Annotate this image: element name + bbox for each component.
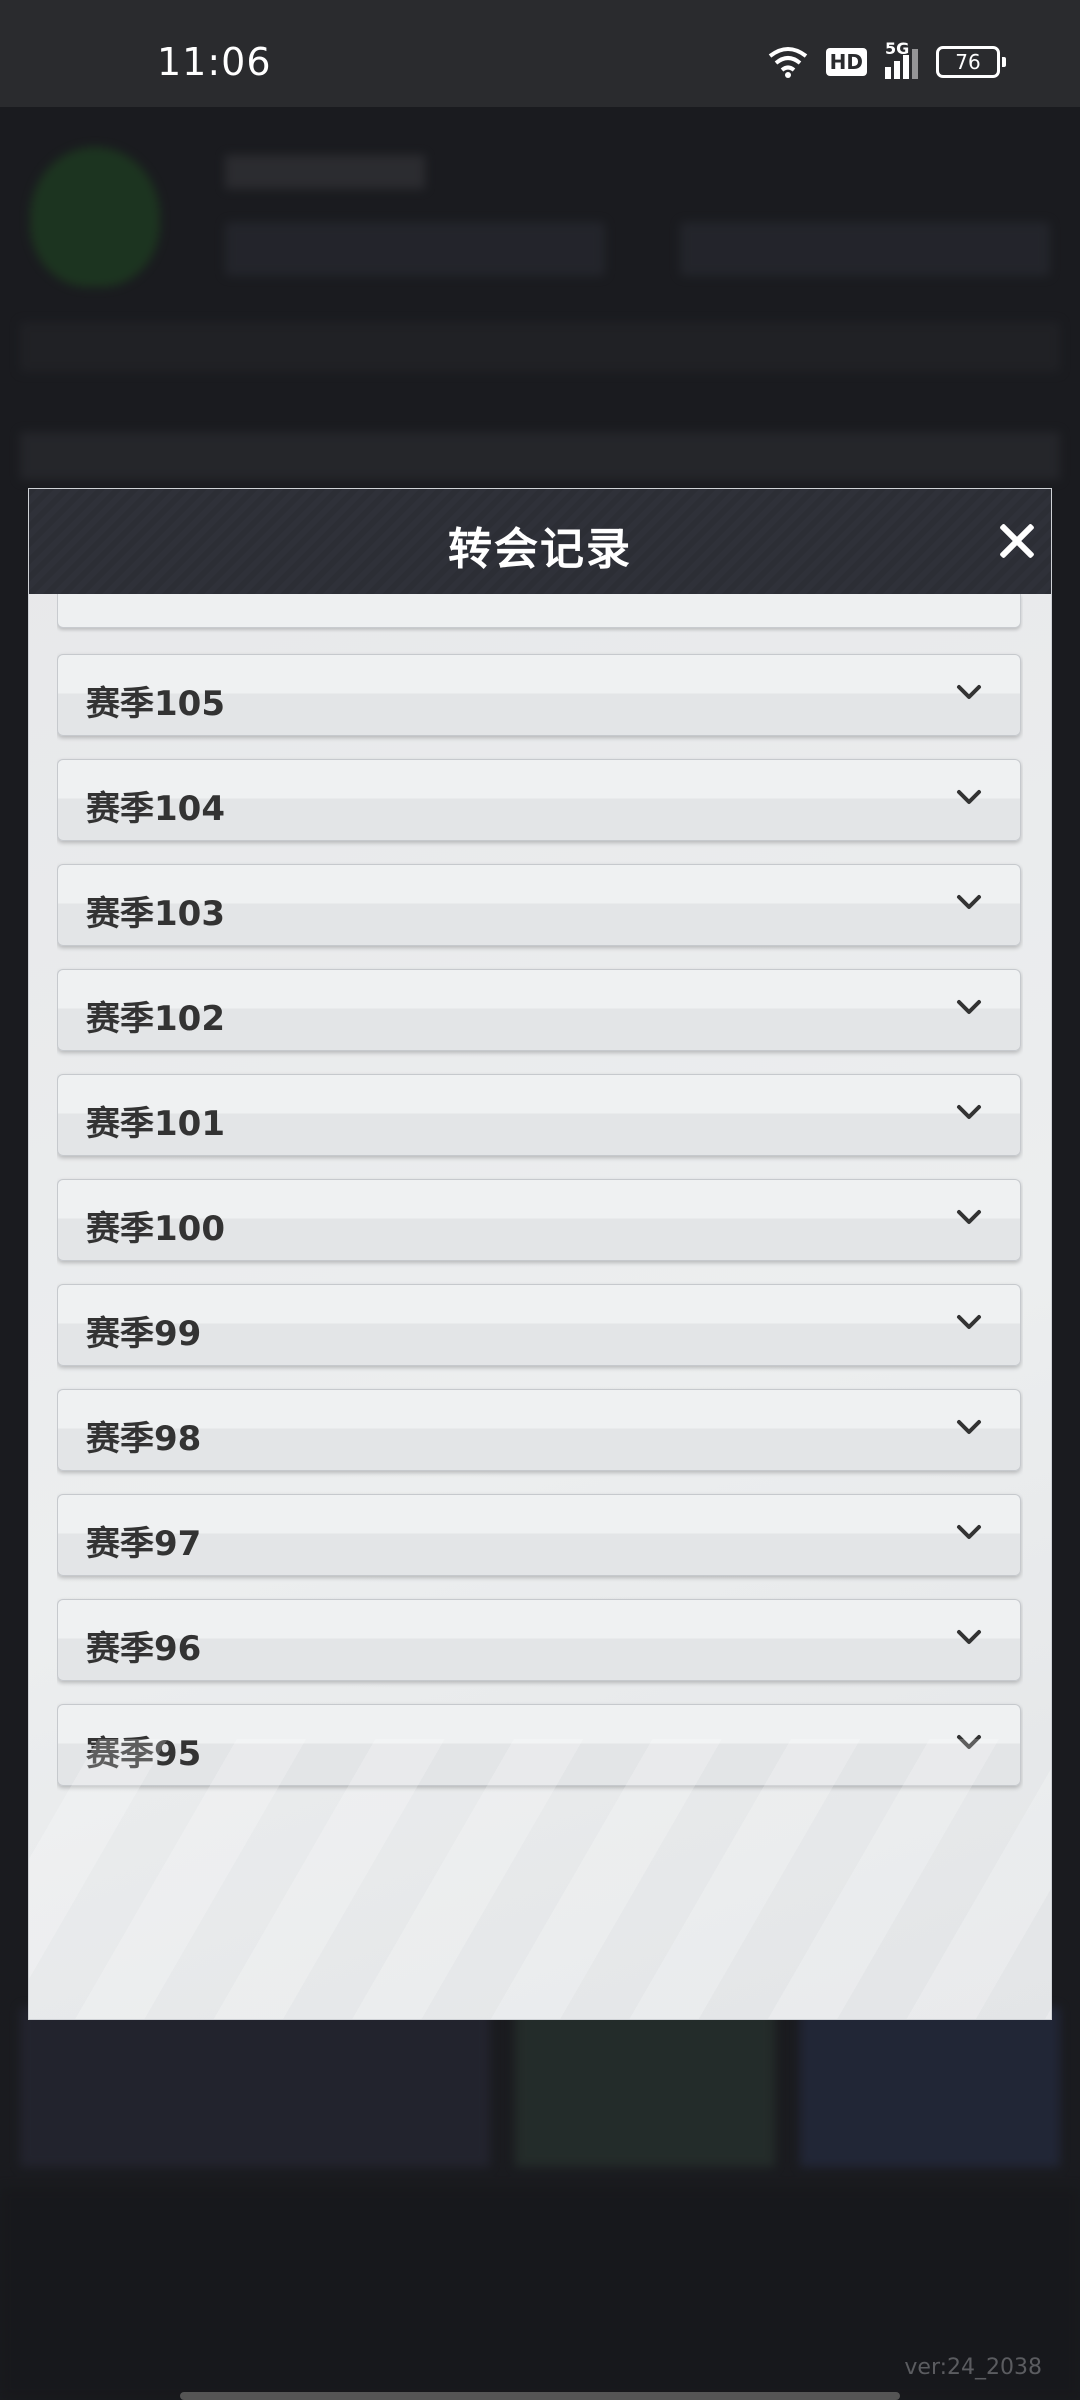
chevron-down-icon — [956, 1624, 982, 1650]
status-time: 11:06 — [157, 40, 272, 84]
season-label: 赛季102 — [86, 999, 225, 1039]
decorative-stripes — [29, 1739, 1051, 2019]
status-icons: HD 5G 76 — [768, 39, 1006, 79]
season-label: 赛季103 — [86, 894, 225, 934]
home-indicator[interactable] — [180, 2392, 900, 2400]
season-label: 赛季100 — [86, 1209, 225, 1249]
chevron-down-icon — [956, 994, 982, 1020]
season-item[interactable]: 赛季102 — [57, 969, 1021, 1051]
season-label: 赛季97 — [86, 1524, 202, 1564]
bg-card — [515, 2007, 775, 2167]
chevron-down-icon — [956, 1414, 982, 1440]
signal-icon: 5G — [885, 39, 918, 79]
season-item[interactable]: 赛季103 — [57, 864, 1021, 946]
chevron-down-icon — [956, 1204, 982, 1230]
season-item[interactable]: 赛季96 — [57, 1599, 1021, 1681]
season-label: 赛季96 — [86, 1629, 202, 1669]
season-label: 赛季98 — [86, 1419, 202, 1459]
hd-icon: HD — [825, 48, 867, 76]
transfer-record-dialog: 转会记录 赛季105 赛季104 赛季103 赛季102 赛季101 赛季100 — [29, 489, 1051, 2019]
dialog-header: 转会记录 — [29, 489, 1051, 594]
team-logo — [30, 147, 160, 287]
list-item-partial[interactable] — [57, 594, 1021, 628]
season-item[interactable]: 赛季105 — [57, 654, 1021, 736]
bg-coin-resource — [225, 222, 605, 276]
season-item[interactable]: 赛季99 — [57, 1284, 1021, 1366]
version-label: ver:24_2038 — [904, 2355, 1042, 2380]
bg-team-name — [225, 155, 425, 189]
season-item[interactable]: 赛季104 — [57, 759, 1021, 841]
bg-gem-resource — [680, 222, 1050, 276]
season-item[interactable]: 赛季100 — [57, 1179, 1021, 1261]
chevron-down-icon — [956, 889, 982, 915]
close-icon[interactable] — [995, 519, 1039, 563]
season-item[interactable]: 赛季98 — [57, 1389, 1021, 1471]
bg-tab-row — [20, 432, 1060, 480]
wifi-icon — [768, 47, 807, 78]
season-label: 赛季105 — [86, 684, 225, 724]
network-type-label: 5G — [885, 39, 910, 58]
season-label: 赛季101 — [86, 1104, 225, 1144]
chevron-down-icon — [956, 784, 982, 810]
status-bar: 11:06 HD 5G 76 — [0, 0, 1080, 107]
season-item[interactable]: 赛季97 — [57, 1494, 1021, 1576]
season-label: 赛季99 — [86, 1314, 202, 1354]
season-label: 赛季104 — [86, 789, 225, 829]
season-item[interactable]: 赛季101 — [57, 1074, 1021, 1156]
bg-card — [800, 2007, 1060, 2167]
battery-icon: 76 — [936, 46, 1006, 78]
chevron-down-icon — [956, 679, 982, 705]
dialog-title: 转会记录 — [448, 524, 632, 575]
chevron-down-icon — [956, 1519, 982, 1545]
bg-menu-row — [20, 322, 1060, 372]
chevron-down-icon — [956, 1309, 982, 1335]
bg-card — [20, 2007, 490, 2167]
chevron-down-icon — [956, 1099, 982, 1125]
